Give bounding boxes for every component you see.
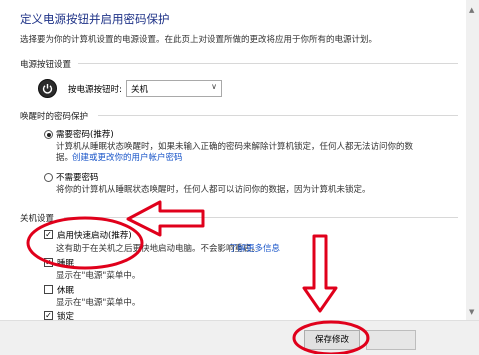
vertical-scrollbar[interactable]: ▲ ▼ [466, 0, 479, 320]
hibernate-desc: 显示在"电源"菜单中。 [56, 298, 141, 308]
sleep-label[interactable]: 睡眠 [57, 257, 74, 269]
power-button-section-label: 电源按钮设置 [20, 60, 72, 70]
change-password-link[interactable]: 创建或更改你的用户帐户密码 [72, 151, 183, 163]
scroll-down-icon[interactable]: ▼ [469, 308, 474, 316]
shutdown-section-label: 关机设置 [20, 214, 55, 224]
sleep-checkbox[interactable]: ✓ [44, 258, 53, 267]
no-password-label[interactable]: 不需要密码 [56, 171, 99, 183]
power-icon [38, 79, 57, 98]
chevron-down-icon: ∨ [211, 82, 217, 91]
section-divider [98, 115, 458, 116]
no-password-radio[interactable] [44, 173, 53, 182]
down-arrow-annotation [302, 234, 338, 313]
sleep-desc: 显示在"电源"菜单中。 [56, 271, 141, 281]
cancel-button[interactable] [366, 330, 416, 350]
page-title: 定义电源按钮并启用密码保护 [20, 12, 170, 26]
no-password-desc: 将你的计算机从睡眠状态唤醒时，任何人都可以访问你的数据，因为计算机未锁定。 [56, 185, 371, 195]
section-divider [78, 63, 458, 64]
require-password-desc-cont: 据。 [56, 153, 74, 163]
learn-more-link[interactable]: 了解更多信息 [229, 242, 280, 254]
page-subtitle: 选择要为你的计算机设置的电源设置。在此页上对设置所做的更改将应用于你所有的电源计… [20, 35, 378, 45]
lock-checkbox[interactable]: ✓ [44, 311, 53, 320]
left-arrow-annotation [126, 200, 205, 237]
save-changes-button[interactable]: 保存修改 [304, 330, 360, 350]
scroll-up-icon[interactable]: ▲ [469, 6, 474, 14]
wake-password-section-label: 唤醒时的密码保护 [20, 112, 89, 122]
select-value: 关机 [131, 85, 149, 95]
hibernate-label[interactable]: 休眠 [57, 284, 74, 296]
hibernate-checkbox[interactable] [44, 285, 53, 294]
fast-startup-checkbox[interactable]: ✓ [44, 230, 53, 239]
power-button-action-label: 按电源按钮时: [68, 85, 122, 95]
power-button-action-select[interactable]: 关机 ∨ [126, 80, 222, 97]
fast-startup-label[interactable]: 启用快速启动(推荐) [57, 229, 132, 241]
power-options-page: 定义电源按钮并启用密码保护 选择要为你的计算机设置的电源设置。在此页上对设置所做… [0, 0, 479, 355]
require-password-label[interactable]: 需要密码(推荐) [56, 128, 114, 140]
section-divider [64, 217, 458, 218]
require-password-radio[interactable] [44, 130, 53, 139]
